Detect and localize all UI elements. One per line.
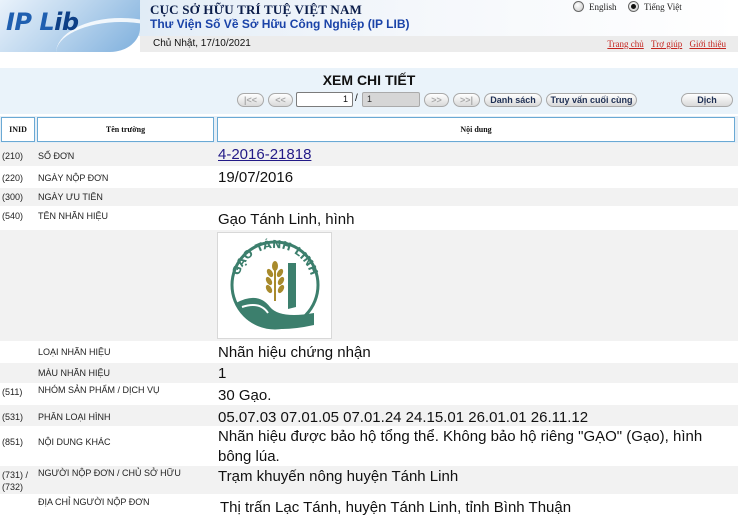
header-field-name: Tên trường: [37, 117, 214, 142]
current-page-input[interactable]: 1: [296, 92, 353, 107]
page-root: IP Lib CỤC SỞ HỮU TRÍ TUỆ VIỆT NAM Thư V…: [0, 0, 738, 522]
table-header: INID Tên trường Nội dung: [0, 116, 738, 143]
row-field: Phân loại hình: [38, 412, 111, 422]
radio-vietnamese[interactable]: [628, 1, 639, 12]
language-english[interactable]: English: [573, 1, 617, 12]
prev-page-button[interactable]: <<: [268, 93, 293, 107]
table-row: (511) Nhóm sản phẩm / dịch vụ 30 Gạo.: [0, 383, 738, 405]
table-row: Địa chỉ người nộp đơn Thị trấn Lạc Tánh,…: [0, 494, 738, 520]
iplib-logo[interactable]: IP Lib: [0, 0, 140, 52]
trademark-image[interactable]: GẠO TÁNH LINH: [217, 232, 332, 339]
row-value: 30 Gạo.: [218, 387, 272, 404]
table-row: (731) / (732) Người nộp đơn / Chủ sở hữu…: [0, 466, 738, 494]
row-value: Gạo Tánh Linh, hình: [218, 211, 355, 228]
header-content: Nội dung: [217, 117, 735, 142]
logo-text-part-2: ib: [54, 8, 79, 36]
table-row: Loại nhãn hiệu Nhãn hiệu chứng nhận: [0, 341, 738, 363]
row-field: Địa chỉ người nộp đơn: [38, 497, 150, 507]
row-inid: (731) / (732): [2, 470, 29, 492]
row-value: Nhãn hiệu chứng nhận: [218, 344, 371, 361]
logo-text-part-1: IP L: [6, 8, 55, 36]
detail-table: INID Tên trường Nội dung (210) Số đơn 4-…: [0, 116, 738, 520]
page-title: XEM CHI TIẾT: [322, 72, 416, 88]
row-inid: (210): [2, 151, 24, 161]
row-inid: (540): [2, 211, 24, 221]
row-value: 4-2016-21818: [216, 143, 738, 166]
link-home[interactable]: Trang chủ: [607, 39, 643, 49]
row-value: Thị trấn Lạc Tánh, huyện Tánh Linh, tỉnh…: [220, 499, 572, 516]
row-field: Màu nhãn hiệu: [38, 368, 111, 378]
table-row: Màu nhãn hiệu 1: [0, 363, 738, 383]
top-links: Trang chủ Trợ giúp Giới thiệu: [602, 39, 726, 49]
total-pages-field: 1: [362, 92, 420, 107]
link-about[interactable]: Giới thiệu: [689, 39, 726, 49]
next-page-button[interactable]: >>: [424, 93, 449, 107]
row-value: 1: [218, 365, 227, 382]
translate-button[interactable]: Dịch: [681, 93, 733, 107]
row-field: Người nộp đơn / Chủ sở hữu: [38, 468, 181, 478]
table-row: (220) Ngày nộp đơn 19/07/2016: [0, 166, 738, 188]
link-help[interactable]: Trợ giúp: [651, 39, 682, 49]
list-button[interactable]: Danh sách: [484, 93, 542, 107]
row-value: 19/07/2016: [218, 169, 294, 186]
first-page-button[interactable]: |<<: [237, 93, 264, 107]
row-value: 05.07.03 07.01.05 07.01.24 24.15.01 26.0…: [218, 409, 589, 426]
header-inid: INID: [1, 117, 35, 142]
row-value: Trạm khuyến nông huyện Tánh Linh: [218, 468, 459, 485]
table-row: (531) Phân loại hình 05.07.03 07.01.05 0…: [0, 405, 738, 426]
row-inid: [0, 494, 35, 520]
last-page-button[interactable]: >>|: [453, 93, 480, 107]
org-subtitle: Thư Viện Số Về Sở Hữu Công Nghiệp (IP LI…: [150, 17, 410, 31]
date-bar: Chủ Nhật, 17/10/2021 Trang chủ Trợ giúp …: [140, 36, 738, 52]
row-field: [35, 230, 216, 341]
row-inid: (531): [2, 412, 24, 422]
row-field: Tên nhãn hiệu: [38, 211, 109, 221]
row-inid: [0, 363, 35, 383]
row-field: Loại nhãn hiệu: [38, 347, 111, 357]
row-field: Số đơn: [38, 151, 75, 161]
current-date: Chủ Nhật, 17/10/2021: [153, 38, 251, 49]
language-vietnamese-label: Tiếng Việt: [644, 1, 682, 12]
row-value: Nhãn hiệu được bảo hộ tổng thể. Không bả…: [218, 428, 703, 465]
table-row: (851) Nội dung khác Nhãn hiệu được bảo h…: [0, 426, 738, 466]
application-number-link[interactable]: 4-2016-21818: [218, 146, 311, 163]
row-inid: (851): [2, 437, 24, 447]
row-field: Ngày nộp đơn: [38, 173, 109, 183]
row-inid: (300): [2, 192, 24, 202]
row-field: Ngày ưu tiên: [38, 192, 103, 202]
radio-english[interactable]: [573, 1, 584, 12]
table-row: (540) Tên nhãn hiệu Gạo Tánh Linh, hình: [0, 206, 738, 230]
row-inid: [0, 230, 35, 341]
table-row: (300) Ngày ưu tiên: [0, 188, 738, 206]
table-row: (210) Số đơn 4-2016-21818: [0, 143, 738, 166]
table-row-mark-image: GẠO TÁNH LINH: [0, 230, 738, 341]
row-field: Nội dung khác: [38, 437, 111, 447]
row-value: [216, 188, 738, 206]
row-inid: (511): [2, 387, 23, 397]
language-vietnamese[interactable]: Tiếng Việt: [628, 1, 682, 12]
row-inid: (220): [2, 173, 24, 183]
language-english-label: English: [589, 1, 617, 12]
trademark-logo-graphic: GẠO TÁNH LINH: [230, 238, 320, 330]
row-inid: [0, 341, 35, 363]
row-field: Nhóm sản phẩm / dịch vụ: [38, 385, 160, 395]
last-query-button[interactable]: Truy vấn cuối cùng: [546, 93, 637, 107]
page-separator: /: [355, 93, 358, 104]
org-title: CỤC SỞ HỮU TRÍ TUỆ VIỆT NAM: [150, 2, 362, 17]
logo-text: IP Lib: [6, 8, 79, 36]
